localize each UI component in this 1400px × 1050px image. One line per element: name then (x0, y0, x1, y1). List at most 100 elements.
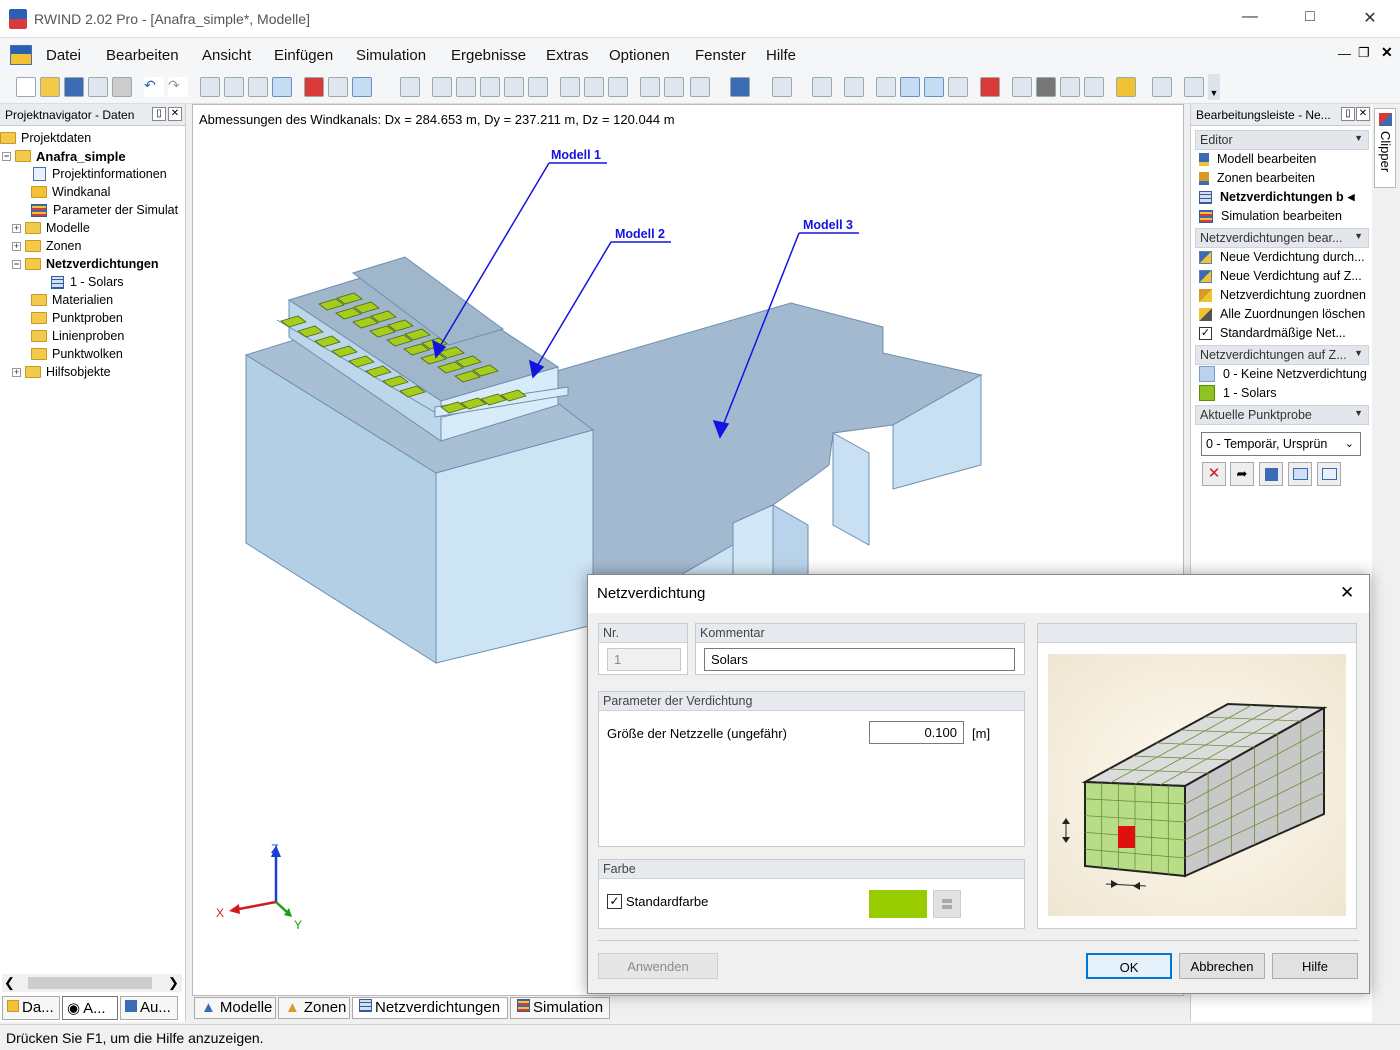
coord-icon[interactable] (690, 77, 710, 97)
undo-icon[interactable]: ↶ (144, 77, 164, 97)
document-icon[interactable] (10, 45, 32, 65)
surface3-icon[interactable] (1060, 77, 1080, 97)
iso-view2-icon[interactable] (664, 77, 684, 97)
mdi-restore-icon[interactable]: ❐ (1358, 45, 1370, 61)
scrollbar-thumb[interactable] (28, 977, 152, 989)
clipper-side-tab[interactable]: Clipper (1374, 108, 1396, 188)
action-neue-verdichtung-auf[interactable]: Neue Verdichtung auf Z... (1199, 267, 1362, 285)
navigator-tab-data[interactable]: Da... (2, 996, 60, 1020)
tree-item-hilfsobjekte[interactable]: + Hilfsobjekte (12, 363, 111, 381)
toolbar-overflow-icon[interactable]: ▼ (1208, 74, 1220, 100)
tree-item-solars[interactable]: 1 - Solars (51, 273, 124, 291)
settings-icon[interactable] (1152, 77, 1172, 97)
tab-modelle[interactable]: ▲ Modelle (194, 997, 276, 1019)
expand-icon[interactable]: + (12, 241, 21, 251)
maximize-icon[interactable]: □ (1295, 8, 1325, 30)
navigator-tab-views[interactable]: Au... (120, 996, 178, 1020)
iso-view-icon[interactable] (640, 77, 660, 97)
view2-icon[interactable] (328, 77, 348, 97)
select-icon[interactable] (200, 77, 220, 97)
tree-item-netzverdichtungen[interactable]: − Netzverdichtungen (12, 255, 159, 273)
tree-item-linienproben[interactable]: Linienproben (31, 327, 124, 345)
editor-item-simulation[interactable]: Simulation bearbeiten (1199, 207, 1342, 225)
view-icon[interactable] (304, 77, 324, 97)
menu-optionen[interactable]: Optionen (609, 47, 670, 64)
surface-icon[interactable] (1012, 77, 1032, 97)
tree-project[interactable]: − Anafra_simple (2, 147, 126, 165)
tree-item-projektinformationen[interactable]: Projektinformationen (33, 165, 167, 183)
menu-hilfe[interactable]: Hilfe (766, 47, 796, 64)
tree-item-parameter[interactable]: Parameter der Simulat (31, 201, 178, 219)
select-window-icon[interactable] (224, 77, 244, 97)
tree-item-materialien[interactable]: Materialien (31, 291, 113, 309)
scroll-right-icon[interactable]: ❯ (168, 975, 179, 991)
menu-datei[interactable]: Datei (46, 47, 81, 64)
close-icon[interactable]: ✕ (1355, 8, 1385, 30)
report-icon[interactable] (88, 77, 108, 97)
flow-icon[interactable] (812, 77, 832, 97)
expand-icon[interactable]: + (12, 223, 21, 233)
probe-icon[interactable] (876, 77, 896, 97)
action-alle-zuordnungen-loeschen[interactable]: Alle Zuordnungen löschen (1199, 305, 1365, 323)
snap-icon[interactable] (272, 77, 292, 97)
menu-ansicht[interactable]: Ansicht (202, 47, 251, 64)
apply-button[interactable]: Anwenden (598, 953, 718, 979)
box-icon[interactable] (730, 77, 750, 97)
checkbox-checked-icon[interactable]: ✓ (607, 894, 622, 909)
tab-zonen[interactable]: ▲ Zonen (278, 997, 350, 1019)
pin-icon[interactable]: ▯ (1341, 107, 1355, 121)
tree-item-zonen[interactable]: + Zonen (12, 237, 81, 255)
action-neue-verdichtung-durch[interactable]: Neue Verdichtung durch... (1199, 248, 1365, 266)
tree-item-modelle[interactable]: + Modelle (12, 219, 90, 237)
color-icon[interactable] (1116, 77, 1136, 97)
delete-probe-button[interactable]: ✕ (1202, 462, 1226, 486)
section-editor[interactable]: Editor ▼ (1195, 130, 1369, 150)
menu-simulation[interactable]: Simulation (356, 47, 426, 64)
section-netzverdichtungen-auf-zonen[interactable]: Netzverdichtungen auf Z... ▼ (1195, 345, 1369, 365)
open-icon[interactable] (40, 77, 60, 97)
surface2-icon[interactable] (1036, 77, 1056, 97)
editor-item-zonen[interactable]: Zonen bearbeiten (1199, 169, 1315, 187)
tools-icon[interactable] (1184, 77, 1204, 97)
pick-probe-button[interactable]: ➦ (1230, 462, 1254, 486)
zone-mesh-0[interactable]: 0 - Keine Netzverdichtung (1199, 365, 1367, 383)
editor-item-modell[interactable]: Modell bearbeiten (1199, 150, 1316, 168)
render-icon[interactable] (432, 77, 452, 97)
help-button[interactable]: Hilfe (1272, 953, 1358, 979)
zone-mesh-1[interactable]: 1 - Solars (1199, 384, 1277, 402)
menu-ergebnisse[interactable]: Ergebnisse (451, 47, 526, 64)
tree-root[interactable]: Projektdaten (0, 129, 91, 147)
redo-icon[interactable]: ↷ (168, 77, 188, 97)
expand-icon[interactable]: + (12, 367, 21, 377)
menu-extras[interactable]: Extras (546, 47, 589, 64)
refresh2-icon[interactable] (608, 77, 628, 97)
menu-bearbeiten[interactable]: Bearbeiten (106, 47, 179, 64)
action-standardmaessige-net[interactable]: ✓ Standardmäßige Net... (1199, 324, 1346, 342)
tree-item-windkanal[interactable]: Windkanal (31, 183, 110, 201)
save-icon[interactable] (64, 77, 84, 97)
orbit-icon[interactable] (560, 77, 580, 97)
zoom-icon[interactable] (504, 77, 524, 97)
new-icon[interactable] (16, 77, 36, 97)
zoom-all-icon[interactable] (528, 77, 548, 97)
layers-icon[interactable] (844, 77, 864, 97)
probe-view-button[interactable] (1288, 462, 1312, 486)
minimize-icon[interactable]: — (1235, 8, 1265, 30)
collapse-icon[interactable]: − (2, 151, 11, 161)
probe-settings-button[interactable] (1317, 462, 1341, 486)
default-color-checkbox[interactable]: ✓ Standardfarbe (607, 894, 708, 909)
rotate-icon[interactable] (400, 77, 420, 97)
horizontal-scrollbar[interactable]: ❮ ❯ (2, 974, 182, 992)
probe3-icon[interactable] (924, 77, 944, 97)
collapse-icon[interactable]: − (12, 259, 21, 269)
dialog-close-icon[interactable]: ✕ (1340, 583, 1354, 603)
probe2-icon[interactable] (900, 77, 920, 97)
section-netzverdichtungen-bearbeiten[interactable]: Netzverdichtungen bear... ▼ (1195, 228, 1369, 248)
probe4-icon[interactable] (948, 77, 968, 97)
pin-icon[interactable]: ▯ (152, 107, 166, 121)
refresh-icon[interactable] (584, 77, 604, 97)
mdi-close-icon[interactable]: ✕ (1381, 44, 1393, 61)
scroll-left-icon[interactable]: ❮ (4, 975, 15, 991)
grid-icon[interactable] (248, 77, 268, 97)
navigator-tab-display[interactable]: ◉ A... (62, 996, 118, 1020)
